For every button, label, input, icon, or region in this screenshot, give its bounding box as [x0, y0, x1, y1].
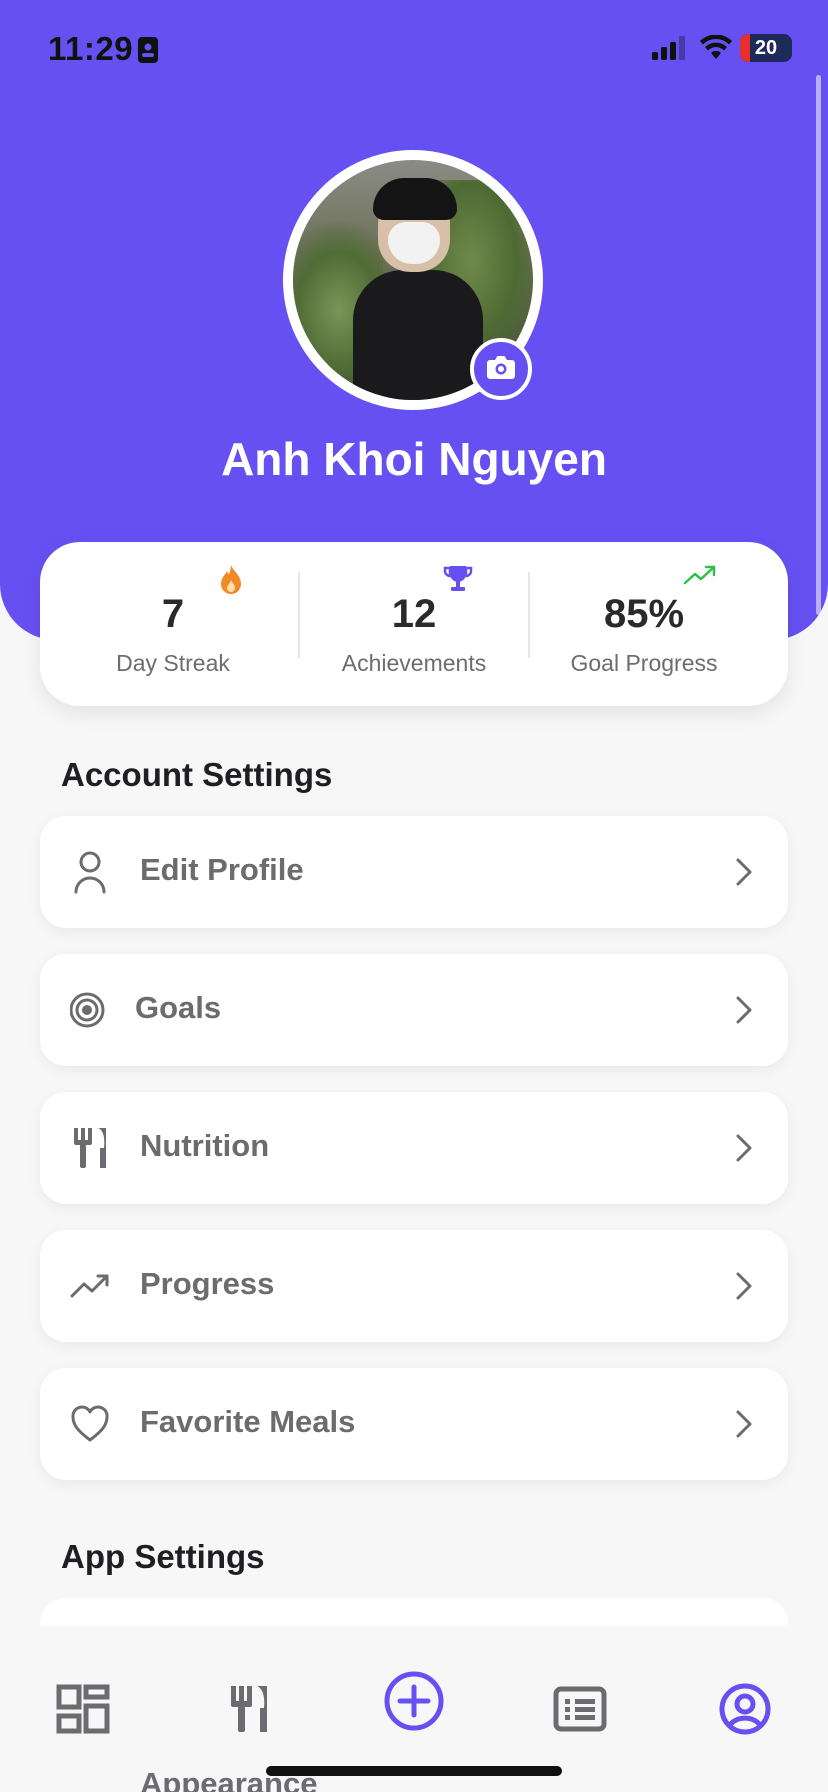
- camera-icon: [486, 354, 516, 385]
- profile-icon: [718, 1682, 772, 1741]
- menu-item-label: Progress: [140, 1266, 275, 1301]
- nav-add-button[interactable]: [379, 1668, 449, 1738]
- status-bar: 11:29 20: [0, 0, 828, 100]
- stat-label: Day Streak: [116, 650, 230, 676]
- target-icon: [69, 986, 118, 1034]
- stat-value: 85%: [603, 592, 685, 636]
- stat-value: 12: [391, 592, 437, 636]
- change-photo-button[interactable]: [470, 338, 532, 400]
- chevron-right-icon: [734, 1132, 754, 1169]
- add-circle-icon: [383, 1670, 445, 1737]
- nav-dashboard-button[interactable]: [48, 1676, 118, 1746]
- nav-list-button[interactable]: [545, 1676, 615, 1746]
- menu-item-label: Edit Profile: [140, 852, 304, 887]
- stats-card: 7 Day Streak 12 Achievements 85% Goal Pr…: [40, 542, 788, 706]
- section-title-account-settings: Account Settings: [61, 756, 333, 793]
- menu-item-progress[interactable]: Progress: [40, 1230, 788, 1342]
- nav-meals-button[interactable]: [214, 1676, 284, 1746]
- menu-item-label: Goals: [135, 990, 222, 1025]
- trending-up-icon: [683, 564, 717, 591]
- section-title-app-settings: App Settings: [61, 1538, 265, 1575]
- list-icon: [553, 1686, 607, 1737]
- chevron-right-icon: [734, 1408, 754, 1445]
- stat-label: Goal Progress: [570, 650, 718, 676]
- menu-item-nutrition[interactable]: Nutrition: [40, 1092, 788, 1204]
- stat-value: 7: [161, 592, 185, 636]
- battery-level: 20: [754, 37, 778, 59]
- signal-icon: [652, 36, 688, 65]
- user-name: Anh Khoi Nguyen: [221, 433, 607, 485]
- wifi-icon: [700, 34, 732, 66]
- menu-item-label: Favorite Meals: [140, 1404, 356, 1439]
- heart-icon: [70, 1400, 118, 1448]
- battery-icon: 20: [740, 34, 792, 62]
- dashboard-icon: [56, 1684, 110, 1739]
- home-indicator: [266, 1766, 562, 1776]
- id-card-icon: [137, 36, 159, 69]
- chevron-right-icon: [734, 1270, 754, 1307]
- chevron-right-icon: [734, 994, 754, 1031]
- fork-knife-icon: [70, 1124, 118, 1172]
- menu-item-edit-profile[interactable]: Edit Profile: [40, 816, 788, 928]
- stat-label: Achievements: [341, 650, 487, 676]
- fork-knife-icon: [229, 1684, 269, 1739]
- trending-up-icon: [70, 1262, 118, 1310]
- menu-item-label: Nutrition: [140, 1128, 270, 1163]
- chevron-right-icon: [734, 856, 754, 893]
- stat-goal-progress: 85% Goal Progress: [529, 542, 759, 706]
- scrollbar[interactable]: [816, 75, 821, 615]
- stat-achievements: 12 Achievements: [299, 542, 529, 706]
- nav-profile-button[interactable]: [710, 1676, 780, 1746]
- user-icon: [70, 848, 118, 896]
- menu-item-goals[interactable]: Goals: [40, 954, 788, 1066]
- status-time: 11:29: [48, 30, 134, 67]
- menu-item-favorite-meals[interactable]: Favorite Meals: [40, 1368, 788, 1480]
- stat-day-streak: 7 Day Streak: [58, 542, 288, 706]
